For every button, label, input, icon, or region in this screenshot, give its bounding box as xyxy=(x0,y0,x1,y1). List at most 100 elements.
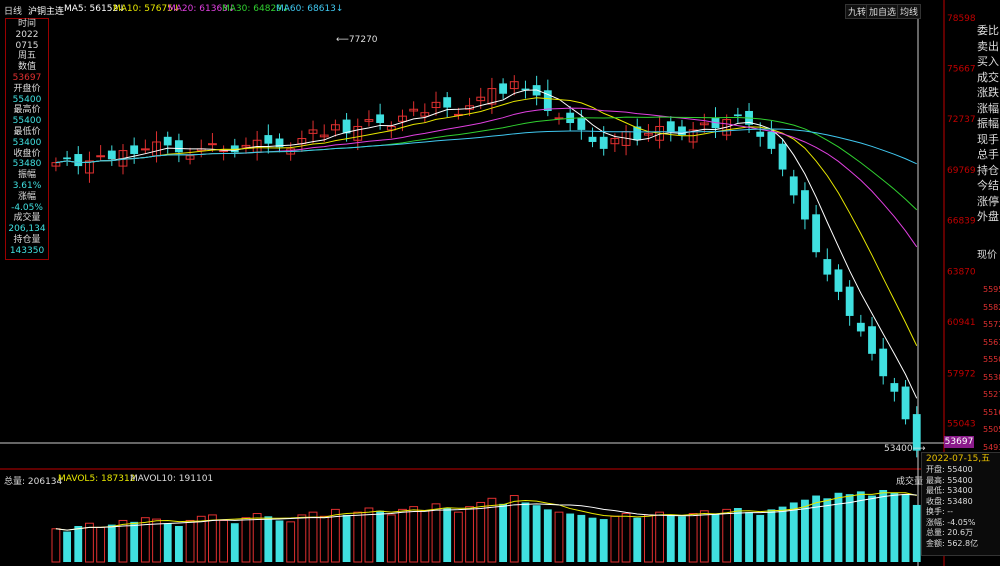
volume-bar xyxy=(241,517,251,563)
side-field: 买入 xyxy=(977,55,999,68)
side-field: 5561 xyxy=(983,337,1000,347)
candle-body xyxy=(756,131,765,137)
candle-body xyxy=(376,114,385,124)
candle-body xyxy=(140,148,150,151)
volume-bar xyxy=(543,509,552,562)
side-field: 5595 xyxy=(983,285,1000,294)
volume-bar xyxy=(566,513,575,562)
info-line: 55400 xyxy=(12,116,42,127)
price-axis-label: 66839 xyxy=(947,217,975,227)
candle-body xyxy=(823,259,832,275)
volume-bar xyxy=(678,516,686,562)
volume-bar xyxy=(376,510,385,562)
volume-bar xyxy=(443,508,452,562)
info-line: 53400 xyxy=(12,137,42,148)
volume-bar xyxy=(364,507,374,563)
volume-bar xyxy=(130,521,139,562)
candle-body xyxy=(901,386,910,420)
volume-bar xyxy=(532,505,541,562)
candle-body xyxy=(767,131,776,149)
quote-row: 开盘: 55400 xyxy=(926,465,973,474)
volume-tag: 成交量 xyxy=(896,477,924,487)
volume-bar xyxy=(554,511,564,563)
info-line: 周五 xyxy=(17,51,36,62)
volume-bar xyxy=(353,511,363,563)
ma-settings-button[interactable]: 均线 xyxy=(897,4,922,19)
info-line: -4.05% xyxy=(11,202,43,213)
quote-row: 换手: -- xyxy=(926,507,954,516)
add-watchlist-button[interactable]: 加自选 xyxy=(866,4,900,19)
volume-bar xyxy=(342,514,351,562)
side-field: 涨跌 xyxy=(977,86,999,99)
side-field: 5516 xyxy=(983,407,1000,417)
side-field: 5572 xyxy=(983,320,1000,329)
volume-bar xyxy=(252,513,262,563)
price-axis-label: 69769 xyxy=(947,166,975,176)
mavol10-label: MAVOL10: 191101 xyxy=(130,474,214,484)
ma20-line xyxy=(55,107,918,248)
info-line: 成交量 xyxy=(13,213,41,224)
volume-bar xyxy=(308,511,318,563)
info-line: 53480 xyxy=(12,159,42,170)
volume-bar xyxy=(386,514,396,563)
side-field: 卖出 xyxy=(977,39,999,53)
price-axis-label: 78598 xyxy=(947,14,975,24)
candle-body xyxy=(264,135,273,144)
candle-body xyxy=(174,140,183,153)
candle-body xyxy=(130,145,139,155)
side-field: 委比 xyxy=(977,24,999,37)
volume-bar xyxy=(319,515,329,563)
price-axis-label: 60941 xyxy=(947,318,975,328)
volume-bar xyxy=(577,514,586,562)
volume-bar xyxy=(621,513,631,563)
candle-body xyxy=(868,326,876,354)
quote-row: 最高: 55400 xyxy=(926,475,973,485)
info-line: 数值 xyxy=(17,62,36,73)
info-line: 55400 xyxy=(12,94,42,105)
candle-body xyxy=(789,176,798,196)
candle-body xyxy=(96,155,106,158)
volume-bar xyxy=(610,515,620,563)
volume-bar xyxy=(789,502,798,562)
side-field: 成交 xyxy=(977,70,999,84)
side-field: 现手 xyxy=(977,132,999,146)
info-line: 最低价 xyxy=(13,126,41,137)
candle-body xyxy=(856,322,865,332)
volume-bar xyxy=(733,508,742,562)
volume-bar xyxy=(431,503,441,563)
volume-bar xyxy=(856,491,865,562)
day-quote-box: 2022-07-15,五 开盘: 55400 最高: 55400 最低: 53400… xyxy=(921,452,1000,556)
candle-body xyxy=(577,117,586,130)
total-volume-label: 总量: 206134 xyxy=(4,477,63,487)
volume-bar xyxy=(476,501,486,563)
info-line: 53697 xyxy=(12,72,42,83)
volume-bar xyxy=(767,509,776,562)
candle-body xyxy=(778,143,787,170)
side-field: 今结 xyxy=(977,179,999,192)
volume-bar xyxy=(420,510,430,563)
quote-date: 2022-07-15,五 xyxy=(926,454,991,464)
period-tab[interactable]: 日线 xyxy=(4,4,22,17)
volume-bar xyxy=(699,510,709,563)
candle-body xyxy=(599,136,608,149)
candle-body xyxy=(834,269,843,292)
volume-bar xyxy=(264,516,273,562)
info-line: 开盘价 xyxy=(13,83,41,94)
mavol5-label: MAVOL5: 187312 xyxy=(58,474,136,484)
crosshair-info-panel: 时间 2022 0715 周五 数值 53697 开盘价 55400 最高价 55400 最低价 53… xyxy=(5,18,49,260)
candle-body xyxy=(163,136,172,146)
side-field: 涨幅 xyxy=(977,101,999,115)
candle-body xyxy=(666,121,675,132)
volume-bar xyxy=(107,524,116,562)
side-field: 5538 xyxy=(983,372,1000,382)
volume-bar xyxy=(208,514,217,563)
volume-bar xyxy=(152,518,161,563)
side-field: 持仓 xyxy=(977,163,999,177)
symbol-label: 沪铜主连 xyxy=(28,7,65,17)
info-line: 206,134 xyxy=(8,224,46,235)
info-line: 持仓量 xyxy=(13,234,41,245)
info-line: 时间 xyxy=(17,19,36,29)
volume-bar xyxy=(756,514,765,562)
volume-bar xyxy=(230,523,239,562)
quote-row: 总量: 20.6万 xyxy=(926,528,974,537)
